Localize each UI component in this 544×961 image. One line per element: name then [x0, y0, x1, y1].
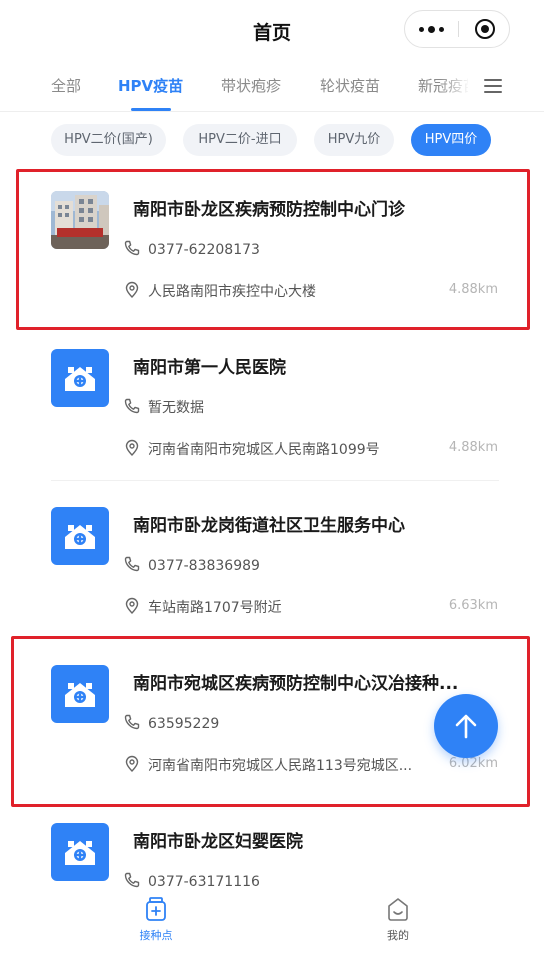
phone-icon — [124, 714, 140, 730]
menu-icon[interactable] — [484, 79, 502, 93]
site-address: 车站南路1707号附近 — [148, 600, 282, 616]
site-address: 河南省南阳市宛城区人民南路1099号 — [148, 442, 380, 458]
site-name: 南阳市卧龙区妇婴医院 — [133, 832, 303, 852]
site-phone[interactable]: 0377-62208173 — [148, 242, 260, 258]
site-address-row: 河南省南阳市宛城区人民南路1099号 — [123, 439, 439, 459]
hospital-icon — [51, 349, 109, 407]
phone-icon — [124, 556, 140, 572]
site-distance: 4.88km — [448, 282, 498, 297]
site-card[interactable]: 南阳市卧龙岗街道社区卫生服务中心 0377-83836989 车站南路1707号… — [0, 481, 544, 639]
phone-icon — [124, 872, 140, 888]
bottom-navigation: 接种点 我的 — [0, 888, 544, 961]
site-address: 人民路南阳市疾控中心大楼 — [148, 284, 316, 300]
location-pin-icon — [125, 281, 139, 298]
site-phone-row: 0377-83836989 — [123, 555, 260, 574]
more-options-icon[interactable] — [405, 11, 457, 47]
site-card[interactable]: 南阳市卧龙区疾病预防控制中心门诊 0377-62208173 人民路南阳市疾控中… — [0, 165, 544, 323]
vaccine-type-filters: HPV二价(国产) HPV二价-进口 HPV九价 HPV四价 — [0, 124, 544, 158]
location-pin-icon — [125, 597, 139, 614]
tabs-fade — [440, 64, 470, 108]
site-photo — [51, 191, 109, 249]
site-phone: 暂无数据 — [148, 400, 204, 416]
site-card[interactable]: 南阳市第一人民医院 暂无数据 河南省南阳市宛城区人民南路1099号 4.88km — [0, 323, 544, 481]
top-bar: 首页 — [0, 0, 544, 60]
site-phone[interactable]: 63595229 — [148, 716, 219, 732]
arrow-up-icon — [455, 714, 477, 739]
site-phone-row: 63595229 — [123, 713, 219, 732]
site-address-row: 人民路南阳市疾控中心大楼 — [123, 281, 439, 301]
tab-shingles[interactable]: 带状疱疹 — [221, 75, 281, 96]
nav-vaccination-sites[interactable]: 接种点 — [116, 896, 196, 943]
chip-hpv4[interactable]: HPV四价 — [411, 124, 491, 156]
nav-label: 接种点 — [139, 929, 173, 942]
tab-all[interactable]: 全部 — [51, 75, 81, 96]
hospital-icon — [51, 665, 109, 723]
site-address-row: 车站南路1707号附近 — [123, 597, 439, 617]
site-name: 南阳市第一人民医院 — [133, 358, 286, 378]
close-program-icon[interactable] — [475, 19, 495, 39]
back-to-top-button[interactable] — [434, 694, 498, 758]
category-tabs: 全部 HPV疫苗 带状疱疹 轮状疫苗 新冠疫苗 — [0, 64, 544, 112]
mini-program-capsule — [404, 10, 510, 48]
site-name: 南阳市卧龙区疾病预防控制中心门诊 — [133, 200, 405, 220]
site-name: 南阳市卧龙岗街道社区卫生服务中心 — [133, 516, 405, 536]
site-phone-row: 暂无数据 — [123, 397, 204, 417]
chip-hpv2-imported[interactable]: HPV二价-进口 — [183, 124, 297, 156]
location-pin-icon — [125, 439, 139, 456]
hospital-icon — [51, 823, 109, 881]
vaccine-bottle-icon — [146, 897, 166, 921]
site-name: 南阳市宛城区疾病预防控制中心汉冶接种... — [133, 674, 459, 694]
tab-hpv[interactable]: HPV疫苗 — [118, 75, 183, 96]
chip-hpv2-domestic[interactable]: HPV二价(国产) — [51, 124, 166, 156]
phone-icon — [124, 398, 140, 414]
site-address: 河南省南阳市宛城区人民路113号宛城区... — [148, 758, 413, 774]
site-phone-row: 0377-62208173 — [123, 239, 260, 258]
location-pin-icon — [125, 755, 139, 772]
site-phone[interactable]: 0377-83836989 — [148, 558, 260, 574]
nav-label: 我的 — [387, 929, 409, 942]
tab-rotavirus[interactable]: 轮状疫苗 — [320, 75, 380, 96]
site-distance: 6.02km — [448, 756, 498, 771]
hospital-icon — [51, 507, 109, 565]
site-distance: 4.88km — [448, 440, 498, 455]
phone-icon — [124, 240, 140, 256]
active-tab-indicator — [131, 108, 171, 111]
site-address-row: 河南省南阳市宛城区人民路113号宛城区... — [123, 755, 439, 775]
nav-profile[interactable]: 我的 — [358, 896, 438, 943]
site-distance: 6.63km — [448, 598, 498, 613]
chip-hpv9[interactable]: HPV九价 — [314, 124, 394, 156]
profile-icon — [388, 898, 408, 921]
capsule-divider — [458, 21, 459, 37]
